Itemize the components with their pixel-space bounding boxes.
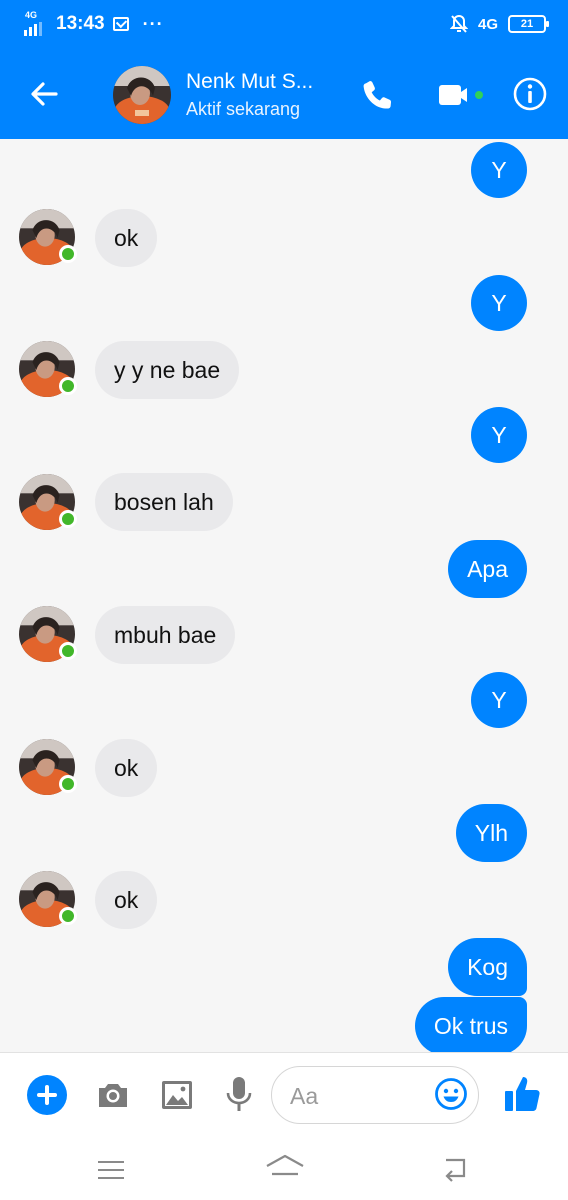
- message-thread[interactable]: Y ok Y y y ne bae Y bosen lah Apa mbuh b…: [0, 139, 568, 1052]
- contact-avatar[interactable]: [113, 66, 171, 124]
- sender-avatar[interactable]: [19, 209, 77, 265]
- recent-apps-icon[interactable]: [96, 1158, 126, 1182]
- online-indicator: [59, 907, 77, 925]
- more-notifications-icon: ···: [142, 13, 164, 34]
- network-type-left: 4G: [25, 10, 38, 20]
- outgoing-message[interactable]: Y: [471, 407, 527, 463]
- contact-name[interactable]: Nenk Mut S...: [186, 70, 313, 94]
- outgoing-message[interactable]: Y: [471, 672, 527, 728]
- muted-bell-icon: [449, 14, 468, 33]
- clock: 13:43: [56, 13, 105, 34]
- incoming-message[interactable]: y y ne bae: [95, 341, 240, 399]
- message-input[interactable]: [290, 1081, 430, 1111]
- camera-icon[interactable]: [95, 1077, 131, 1113]
- battery-icon: 21: [508, 15, 549, 33]
- microphone-icon[interactable]: [224, 1075, 254, 1115]
- outgoing-message[interactable]: Kog: [448, 938, 527, 996]
- more-actions-plus-icon[interactable]: [27, 1075, 67, 1115]
- system-navigation-bar: [0, 1140, 568, 1200]
- incoming-message[interactable]: mbuh bae: [95, 606, 236, 664]
- online-indicator: [59, 510, 77, 528]
- presence-status: Aktif sekarang: [186, 99, 301, 119]
- thumbs-up-like-icon[interactable]: [503, 1073, 543, 1115]
- online-indicator: [59, 775, 77, 793]
- outgoing-message[interactable]: Y: [471, 275, 527, 331]
- message-notification-icon: [112, 17, 129, 31]
- outgoing-message[interactable]: Ylh: [455, 804, 527, 862]
- online-indicator: [59, 642, 77, 660]
- emoji-icon[interactable]: [434, 1077, 468, 1111]
- online-indicator: [59, 245, 77, 263]
- cellular-signal-icon: 4G: [24, 10, 48, 36]
- avatar-photo: [113, 66, 171, 124]
- online-indicator: [59, 377, 77, 395]
- incoming-message[interactable]: ok: [95, 739, 158, 797]
- sender-avatar[interactable]: [19, 474, 77, 530]
- outgoing-message[interactable]: Y: [471, 142, 527, 198]
- network-type-right: 4G: [477, 15, 498, 33]
- back-nav-icon[interactable]: [440, 1154, 472, 1184]
- incoming-message[interactable]: ok: [95, 209, 158, 267]
- sender-avatar[interactable]: [19, 739, 77, 795]
- status-bar: 4G 13:43 ··· 4G 21: [0, 0, 568, 50]
- sender-avatar[interactable]: [19, 341, 77, 397]
- sender-avatar[interactable]: [19, 606, 77, 662]
- video-call-icon[interactable]: [437, 80, 487, 110]
- back-arrow-icon[interactable]: [26, 76, 62, 112]
- gallery-icon[interactable]: [159, 1077, 195, 1113]
- phone-call-icon[interactable]: [360, 78, 396, 114]
- message-composer: [0, 1052, 568, 1140]
- sender-avatar[interactable]: [19, 871, 77, 927]
- incoming-message[interactable]: ok: [95, 871, 158, 929]
- outgoing-message[interactable]: Apa: [448, 540, 527, 598]
- outgoing-message[interactable]: Ok trus: [414, 997, 527, 1052]
- conversation-header: Nenk Mut S... Aktif sekarang: [0, 50, 568, 139]
- info-icon[interactable]: [512, 76, 548, 112]
- home-icon[interactable]: [264, 1152, 306, 1184]
- battery-level: 21: [520, 18, 534, 30]
- incoming-message[interactable]: bosen lah: [95, 473, 233, 531]
